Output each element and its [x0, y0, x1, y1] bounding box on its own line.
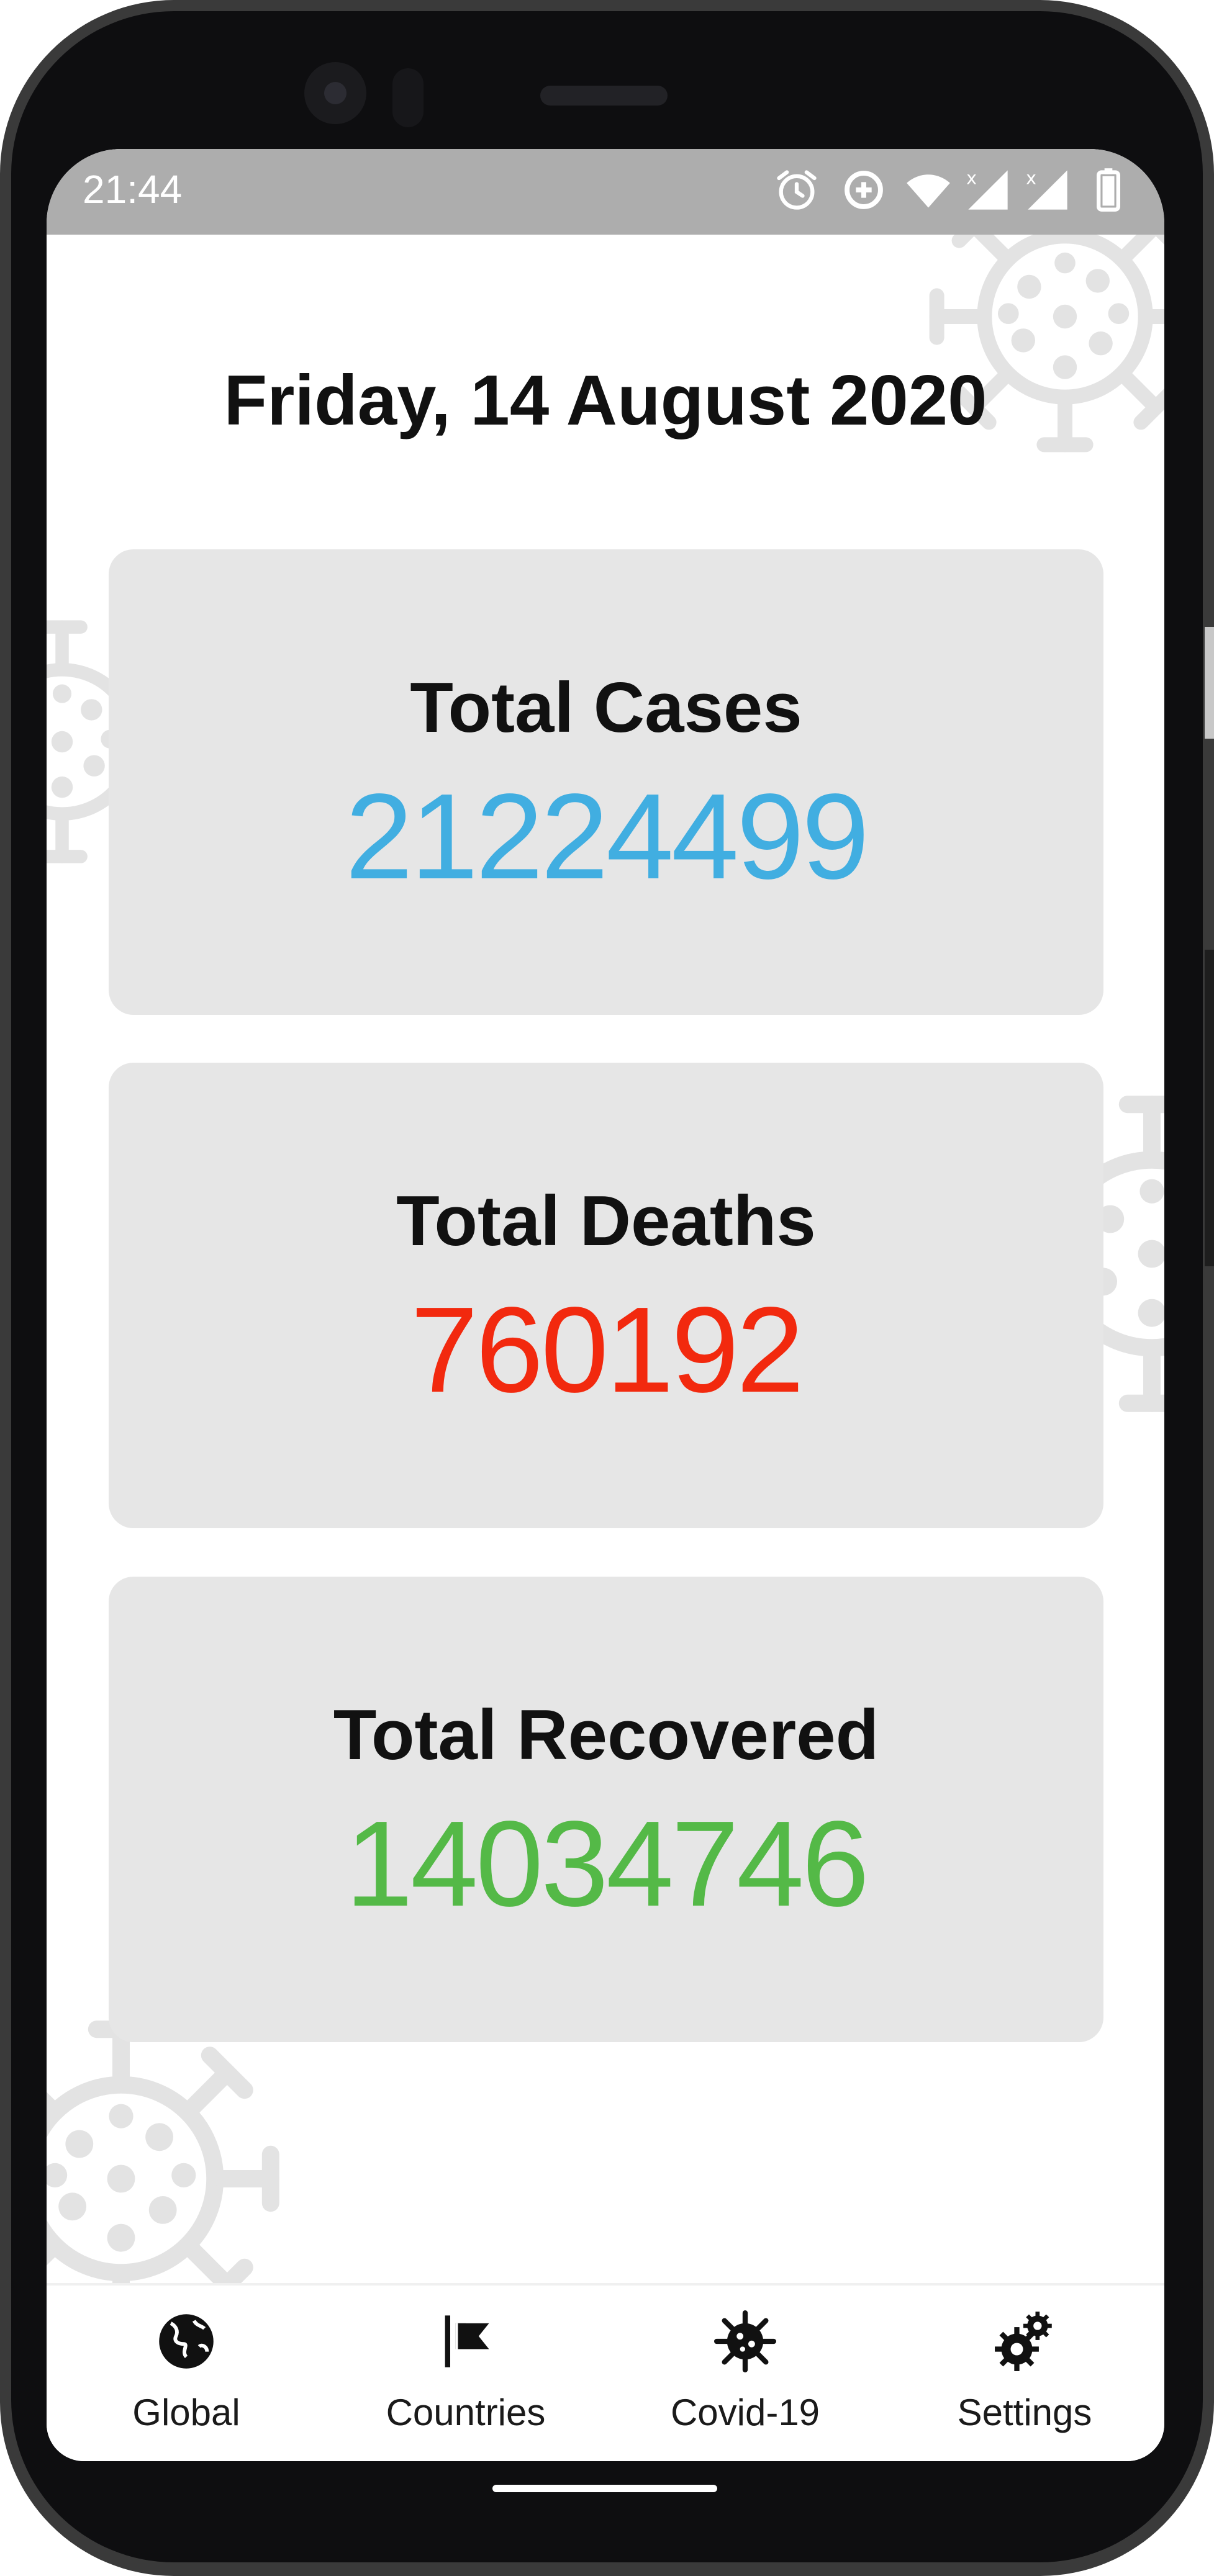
nav-item-global[interactable]: Global	[47, 2286, 326, 2461]
svg-text:x: x	[966, 168, 977, 189]
date-title: Friday, 14 August 2020	[224, 361, 987, 440]
globe-icon	[159, 2314, 214, 2369]
data-saver-icon	[845, 171, 883, 209]
bottom-navigation: Global Countries Covid-19 Settings	[47, 2283, 1164, 2461]
gears-icon	[995, 2312, 1052, 2371]
signal-icon: x	[1026, 168, 1067, 210]
alarm-icon	[777, 170, 817, 210]
total-deaths-card: Total Deaths 760192	[109, 1063, 1103, 1528]
flag-icon	[445, 2315, 489, 2367]
total-cases-card: Total Cases 21224499	[109, 549, 1103, 1015]
volume-button	[1205, 950, 1214, 1266]
wifi-icon	[907, 174, 950, 208]
signal-icon: x	[966, 168, 1008, 210]
nav-item-countries[interactable]: Countries	[326, 2286, 605, 2461]
app-screen: 21:44 x x Friday, 14 August 2020 Total C…	[47, 149, 1164, 2461]
total-recovered-label: Total Recovered	[333, 1696, 879, 1775]
earpiece-speaker	[540, 86, 668, 106]
total-deaths-label: Total Deaths	[396, 1182, 816, 1261]
status-time: 21:44	[83, 167, 183, 212]
total-cases-value: 21224499	[345, 768, 869, 904]
status-bar: 21:44 x x	[47, 149, 1164, 235]
nav-label-covid-19: Covid-19	[670, 2392, 820, 2433]
battery-icon	[1097, 168, 1120, 212]
power-button	[1205, 627, 1214, 739]
proximity-sensor	[392, 68, 424, 127]
nav-label-global: Global	[132, 2392, 240, 2433]
nav-item-covid-19[interactable]: Covid-19	[605, 2286, 885, 2461]
total-deaths-value: 760192	[410, 1282, 804, 1418]
nav-item-settings[interactable]: Settings	[885, 2286, 1164, 2461]
total-recovered-value: 14034746	[345, 1796, 869, 1932]
svg-text:x: x	[1026, 168, 1036, 189]
camera-lens	[324, 82, 347, 104]
total-recovered-card: Total Recovered 14034746	[109, 1577, 1103, 2042]
nav-label-settings: Settings	[957, 2392, 1092, 2433]
total-cases-label: Total Cases	[410, 669, 802, 747]
virus-icon	[714, 2310, 776, 2372]
nav-label-countries: Countries	[386, 2392, 546, 2433]
home-indicator[interactable]	[492, 2485, 717, 2492]
